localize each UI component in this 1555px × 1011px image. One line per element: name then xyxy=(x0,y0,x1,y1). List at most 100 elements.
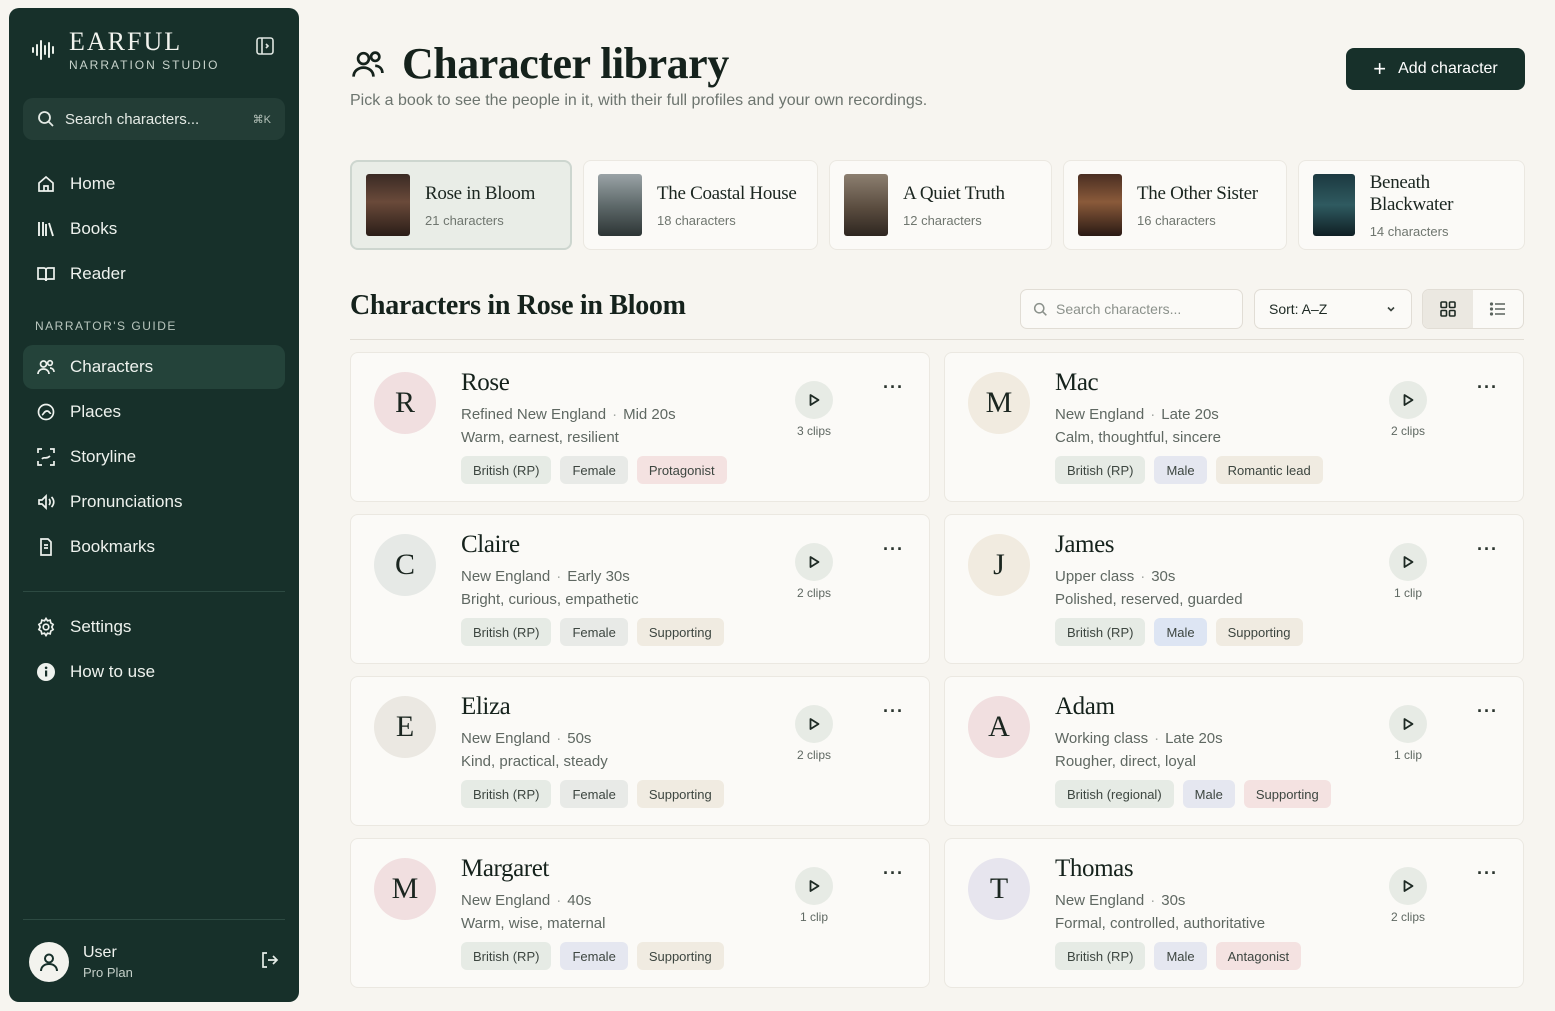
more-options-icon[interactable]: ··· xyxy=(883,377,904,398)
add-character-button[interactable]: + Add character xyxy=(1346,48,1525,90)
list-view-button[interactable] xyxy=(1473,290,1523,328)
play-button[interactable] xyxy=(1389,381,1427,419)
character-card-margaret[interactable]: M Margaret New England · 40s Warm, wise, m… xyxy=(350,838,930,988)
sidebar-collapse-icon[interactable] xyxy=(255,36,275,56)
sidebar-item-settings[interactable]: Settings xyxy=(23,605,285,649)
sidebar-item-label: Bookmarks xyxy=(70,537,156,556)
play-button[interactable] xyxy=(795,705,833,743)
play-icon xyxy=(1403,394,1414,406)
play-button[interactable] xyxy=(1389,543,1427,581)
sidebar-item-label: Reader xyxy=(70,264,126,283)
character-name: James xyxy=(1055,531,1115,558)
page-subtitle: Pick a book to see the people in it, wit… xyxy=(350,92,928,109)
brand[interactable]: EARFUL NARRATION STUDIO xyxy=(31,28,219,72)
character-meta: Upper class · 30s xyxy=(1055,568,1176,585)
character-traits: Formal, controlled, authoritative xyxy=(1055,915,1266,932)
more-options-icon[interactable]: ··· xyxy=(1477,701,1498,722)
sidebar-item-label: Settings xyxy=(70,617,132,636)
clip-count: 2 clips xyxy=(1390,910,1425,924)
book-cover xyxy=(1313,174,1355,236)
book-count: 18 characters xyxy=(657,212,736,228)
character-initial-avatar: C xyxy=(374,534,436,596)
page-title: Character library xyxy=(402,39,729,88)
tag: Protagonist xyxy=(636,456,727,484)
play-icon xyxy=(809,880,820,892)
user-name: User xyxy=(83,944,117,961)
bookmark-icon xyxy=(35,536,57,558)
search-shortcut: ⌘K xyxy=(252,113,271,126)
sort-select[interactable]: Sort: A–Z xyxy=(1254,289,1412,329)
sidebar-item-pronunciations[interactable]: Pronunciations xyxy=(23,480,285,524)
tag: Female xyxy=(560,456,628,484)
user-profile[interactable]: User Pro Plan xyxy=(29,942,279,982)
play-icon xyxy=(809,394,820,406)
character-card-thomas[interactable]: T Thomas New England · 30s Formal, control… xyxy=(944,838,1524,988)
sidebar-item-label: Places xyxy=(70,402,122,421)
sidebar-search[interactable]: Search characters... ⌘K xyxy=(23,98,285,140)
book-cover xyxy=(1078,174,1122,236)
character-initial-avatar: E xyxy=(374,696,436,758)
book-cover xyxy=(366,174,410,236)
grid-icon xyxy=(1440,301,1456,317)
character-region: New England xyxy=(461,568,551,585)
play-button[interactable] xyxy=(1389,705,1427,743)
sidebar-item-label: Characters xyxy=(70,357,154,376)
book-card-a-quiet-truth[interactable]: A Quiet Truth 12 characters xyxy=(829,160,1052,250)
character-region: New England xyxy=(1055,406,1145,423)
book-card-rose-in-bloom[interactable]: Rose in Bloom 21 characters xyxy=(350,160,572,250)
character-card-eliza[interactable]: E Eliza New England · 50s Kind, practical,… xyxy=(350,676,930,826)
book-title: The Other Sister xyxy=(1137,182,1258,204)
character-card-claire[interactable]: C Claire New England · Early 30s Bright, c… xyxy=(350,514,930,664)
play-button[interactable] xyxy=(795,381,833,419)
character-card-mac[interactable]: M Mac New England · Late 20s Calm, thought… xyxy=(944,352,1524,502)
more-options-icon[interactable]: ··· xyxy=(883,539,904,560)
logout-icon[interactable] xyxy=(259,950,279,975)
storyline-icon xyxy=(35,446,57,468)
more-options-icon[interactable]: ··· xyxy=(1477,539,1498,560)
character-name: Claire xyxy=(461,531,520,558)
tag: Male xyxy=(1182,780,1235,808)
play-button[interactable] xyxy=(1389,867,1427,905)
sidebar-search-placeholder: Search characters... xyxy=(65,110,200,128)
section-title: Characters in Rose in Bloom xyxy=(350,290,686,321)
character-name: Adam xyxy=(1055,693,1115,720)
sidebar-item-how-to-use[interactable]: How to use xyxy=(23,650,285,694)
users-icon xyxy=(352,50,384,77)
sidebar-item-home[interactable]: Home xyxy=(23,162,285,206)
more-options-icon[interactable]: ··· xyxy=(1477,863,1498,884)
sidebar-item-places[interactable]: Places xyxy=(23,390,285,434)
clip-count: 2 clips xyxy=(1390,424,1425,438)
book-card-beneath-blackwater[interactable]: Beneath Blackwater 14 characters xyxy=(1298,160,1525,250)
clip-count: 1 clip xyxy=(1393,748,1422,762)
sidebar-item-storyline[interactable]: Storyline xyxy=(23,435,285,479)
character-region: New England xyxy=(1055,892,1145,909)
grid-view-button[interactable] xyxy=(1423,290,1473,328)
book-card-the-other-sister[interactable]: The Other Sister 16 characters xyxy=(1063,160,1287,250)
character-card-adam[interactable]: A Adam Working class · Late 20s Rougher, d… xyxy=(944,676,1524,826)
character-search-placeholder: Search characters... xyxy=(1056,301,1182,317)
sidebar-item-characters[interactable]: Characters xyxy=(23,345,285,389)
tag: Supporting xyxy=(636,780,724,808)
more-options-icon[interactable]: ··· xyxy=(883,701,904,722)
play-icon xyxy=(1403,556,1414,568)
character-grid: R Rose Refined New England · Mid 20s Warm,… xyxy=(350,352,1524,988)
book-card-the-coastal-house[interactable]: The Coastal House 18 characters xyxy=(583,160,818,250)
sidebar-item-books[interactable]: Books xyxy=(23,207,285,251)
more-options-icon[interactable]: ··· xyxy=(883,863,904,884)
clip-count: 1 clip xyxy=(1393,586,1422,600)
play-button[interactable] xyxy=(795,543,833,581)
more-options-icon[interactable]: ··· xyxy=(1477,377,1498,398)
book-cover xyxy=(844,174,888,236)
play-icon xyxy=(1403,718,1414,730)
character-meta: New England · Early 30s xyxy=(461,568,630,585)
sidebar-item-bookmarks[interactable]: Bookmarks xyxy=(23,525,285,569)
sidebar-divider xyxy=(23,919,285,920)
books-icon xyxy=(35,218,57,240)
play-button[interactable] xyxy=(795,867,833,905)
sidebar-item-reader[interactable]: Reader xyxy=(23,252,285,296)
book-title: The Coastal House xyxy=(657,182,797,204)
character-card-james[interactable]: J James Upper class · 30s Polished, reserv… xyxy=(944,514,1524,664)
character-card-rose[interactable]: R Rose Refined New England · Mid 20s Warm,… xyxy=(350,352,930,502)
character-search-input[interactable]: Search characters... xyxy=(1020,289,1243,329)
map-pin-icon xyxy=(35,401,57,423)
